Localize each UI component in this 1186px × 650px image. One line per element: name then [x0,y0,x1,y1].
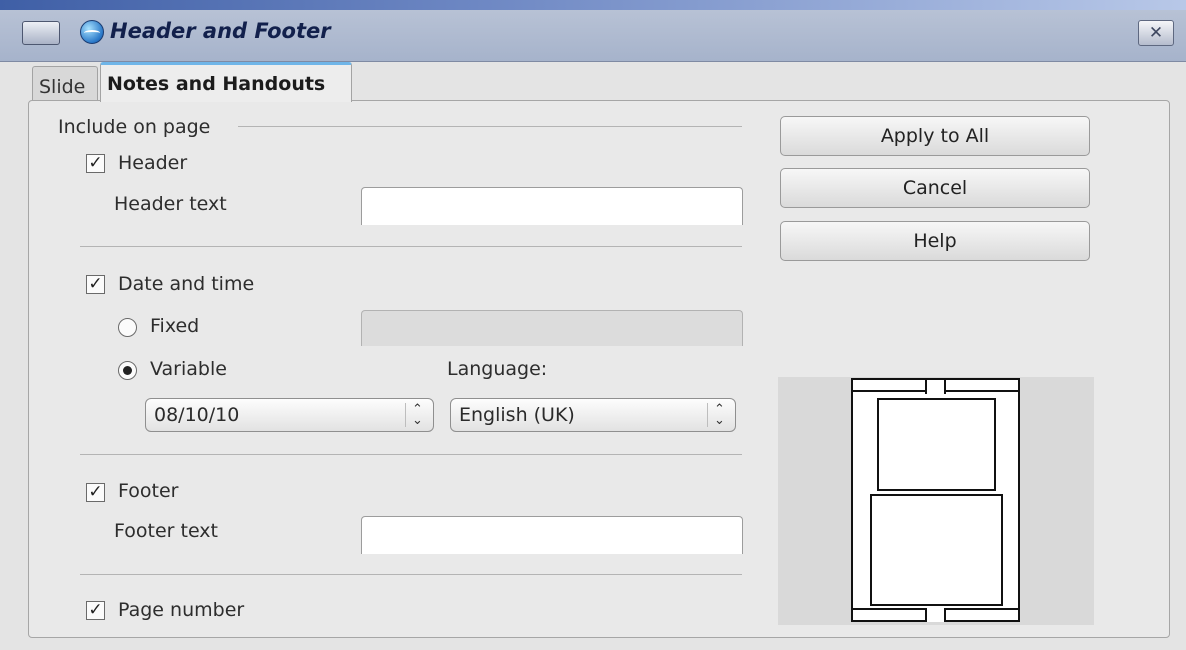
tab-notes-and-handouts[interactable]: Notes and Handouts [100,62,352,102]
separator [80,574,742,575]
header-checkbox[interactable]: ✓ [86,154,105,173]
app-logo-icon [80,20,104,44]
preview-page [851,378,1020,622]
variable-radio[interactable] [118,361,137,380]
date-time-checkbox[interactable]: ✓ [86,275,105,294]
footer-text-label: Footer text [114,520,218,542]
footer-checkbox[interactable]: ✓ [86,483,105,502]
fixed-radio[interactable] [118,318,137,337]
page-number-checkbox[interactable]: ✓ [86,601,105,620]
date-format-select[interactable]: 08/10/10 ⌃ ⌄ [145,398,434,432]
separator [80,246,742,247]
group-label-include-on-page: Include on page [58,116,211,138]
group-divider [238,126,742,127]
header-checkbox-label: Header [118,152,188,174]
page-number-checkbox-label: Page number [118,599,245,621]
preview-slide-area [877,398,996,491]
header-text-label: Header text [114,193,227,215]
title-bar: Header and Footer ✕ [0,0,1186,62]
preview-notes-area [870,494,1003,606]
header-text-input[interactable] [361,187,743,225]
separator [80,454,742,455]
fixed-date-input[interactable] [361,310,743,346]
cancel-button[interactable]: Cancel [780,168,1090,208]
preview-header-notch [925,380,946,394]
window-menu-button[interactable] [22,21,60,45]
language-value: English (UK) [459,404,575,426]
date-format-value: 08/10/10 [154,404,240,426]
footer-text-input[interactable] [361,516,743,554]
spin-arrows-icon: ⌃ ⌄ [707,403,731,427]
footer-checkbox-label: Footer [118,480,179,502]
preview-footer-notch [925,608,946,622]
help-button[interactable]: Help [780,221,1090,261]
language-label: Language: [447,358,548,380]
spin-arrows-icon: ⌃ ⌄ [405,403,429,427]
apply-to-all-button[interactable]: Apply to All [780,116,1090,156]
close-button[interactable]: ✕ [1138,20,1174,46]
date-time-checkbox-label: Date and time [118,273,255,295]
variable-radio-label: Variable [150,358,227,380]
layout-preview [778,377,1094,625]
language-select[interactable]: English (UK) ⌃ ⌄ [450,398,736,432]
window-title: Header and Footer [110,19,331,43]
fixed-radio-label: Fixed [150,315,200,337]
